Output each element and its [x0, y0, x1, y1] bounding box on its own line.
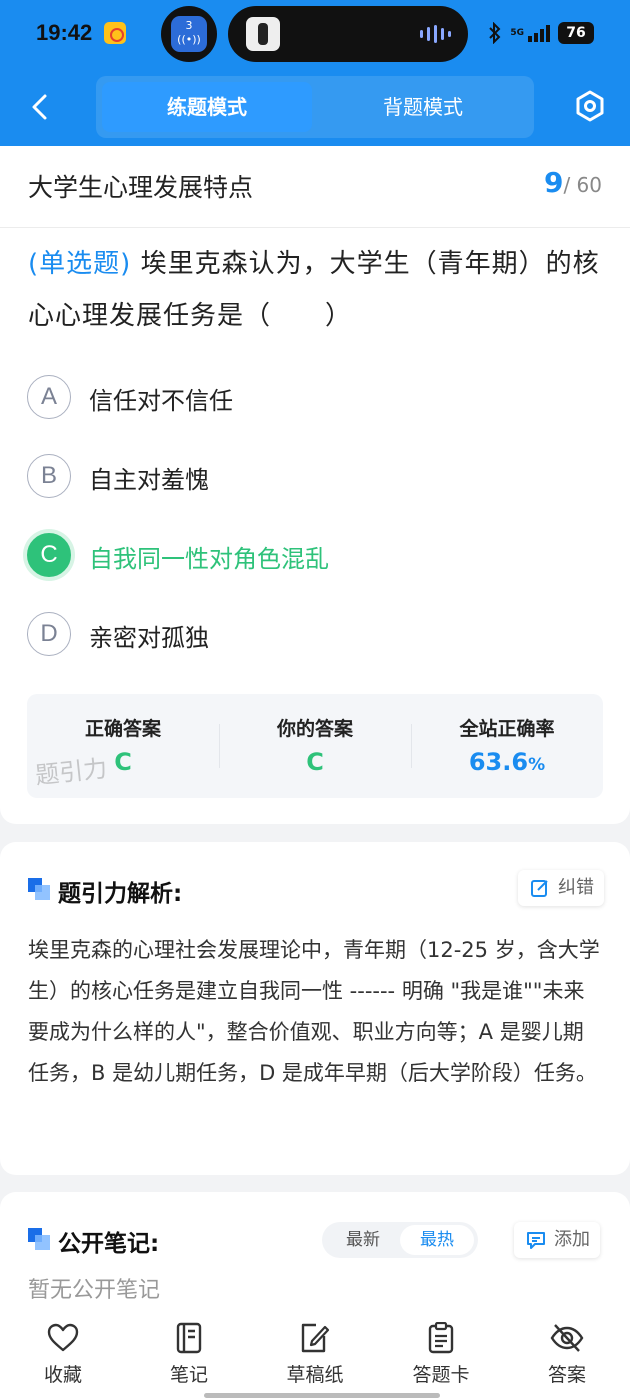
tab-label: 笔记	[169, 1364, 208, 1386]
option-text: 信任对不信任	[89, 387, 233, 415]
live-activity-indicator[interactable]: 3 ((•))	[161, 6, 217, 62]
answer-card-icon	[428, 1322, 454, 1354]
stat-label: 全站正确率	[459, 718, 555, 740]
settings-icon[interactable]	[574, 90, 606, 122]
mode-switch: 练题模式 背题模式	[96, 76, 534, 138]
bottom-toolbar: 收藏 笔记 草稿纸 答题卡 答案	[0, 1310, 630, 1400]
network-type: 5G	[510, 28, 524, 38]
option-letter: D	[27, 612, 71, 656]
stat-value: 63.6%	[411, 748, 603, 776]
option-letter: A	[27, 375, 71, 419]
option-d[interactable]: D 亲密对孤独	[27, 612, 607, 658]
draft-icon	[301, 1323, 330, 1353]
option-c[interactable]: C 自我同一性对角色混乱	[27, 533, 607, 579]
media-cover-image	[246, 17, 280, 51]
sort-hottest[interactable]: 最热	[400, 1225, 474, 1255]
dynamic-island-media[interactable]	[228, 6, 468, 62]
option-a[interactable]: A 信任对不信任	[27, 375, 607, 421]
option-text: 亲密对孤独	[89, 624, 209, 652]
tab-answer[interactable]: 答案	[504, 1322, 630, 1400]
eye-off-icon	[550, 1324, 584, 1352]
notification-app-icon	[104, 22, 126, 44]
tab-memorize-mode[interactable]: 背题模式	[318, 82, 528, 132]
answer-stats: 正确答案 C 题引力 你的答案 C 全站正确率 63.6%	[27, 694, 603, 798]
notes-sort-toggle: 最新 最热	[322, 1222, 478, 1258]
tab-favorite[interactable]: 收藏	[0, 1322, 126, 1400]
signal-icon	[528, 24, 550, 42]
sort-newest[interactable]: 最新	[326, 1225, 400, 1255]
tab-answer-card[interactable]: 答题卡	[378, 1322, 504, 1400]
tab-label: 草稿纸	[286, 1364, 344, 1386]
tab-notes[interactable]: 笔记	[126, 1322, 252, 1400]
chapter-title: 大学生心理发展特点	[28, 173, 254, 202]
tab-draft[interactable]: 草稿纸	[252, 1322, 378, 1400]
question-card: 大学生心理发展特点 9/ 60 (单选题) 埃里克森认为，大学生（青年期）的核心…	[0, 146, 630, 824]
chapter-header: 大学生心理发展特点 9/ 60	[0, 146, 630, 228]
analysis-title: 题引力解析:	[58, 881, 183, 907]
tab-label: 答题卡	[412, 1364, 470, 1386]
rate-unit: %	[528, 755, 546, 775]
status-bar: 19:42 3 ((•)) 5G 76	[0, 0, 630, 70]
stat-accuracy-rate: 全站正确率 63.6%	[411, 694, 603, 798]
add-note-button[interactable]: 添加	[514, 1222, 600, 1258]
analysis-text: 埃里克森的心理社会发展理论中，青年期（12-25 岁，含大学生）的核心任务是建立…	[28, 938, 600, 1085]
broadcast-icon: 3 ((•))	[171, 16, 207, 52]
analysis-card: 题引力解析: 纠错 埃里克森的心理社会发展理论中，青年期（12-25 岁，含大学…	[0, 842, 630, 1175]
comment-icon	[527, 1232, 545, 1249]
system-icons: 5G 76	[488, 22, 594, 44]
option-b[interactable]: B 自主对羞愧	[27, 454, 607, 500]
heart-icon	[47, 1323, 79, 1352]
option-letter: B	[27, 454, 71, 498]
rate-number: 63.6	[468, 748, 529, 776]
battery-icon: 76	[558, 22, 594, 44]
section-icon	[28, 1228, 50, 1250]
current-question-number: 9	[543, 166, 564, 199]
audio-wave-icon	[420, 25, 451, 43]
empty-notes-text: 暂无公开笔记	[28, 1278, 161, 1303]
question-progress: 9/ 60	[544, 166, 602, 199]
stat-your-answer: 你的答案 C	[219, 694, 411, 798]
tab-label: 答案	[547, 1364, 586, 1386]
bluetooth-icon	[489, 22, 501, 44]
stat-label: 你的答案	[276, 718, 353, 740]
add-note-label: 添加	[554, 1229, 590, 1250]
nav-bar: 练题模式 背题模式	[0, 72, 630, 142]
option-letter: C	[27, 533, 71, 577]
total-questions: / 60	[563, 173, 602, 197]
watermark: 题引力	[33, 754, 109, 790]
option-text: 自我同一性对角色混乱	[89, 545, 329, 573]
stat-correct-answer: 正确答案 C 题引力	[27, 694, 219, 798]
tab-practice-mode[interactable]: 练题模式	[102, 82, 312, 132]
live-activity-badge: 3	[185, 19, 193, 32]
notebook-icon	[176, 1322, 202, 1354]
tab-label: 收藏	[43, 1364, 82, 1386]
report-error-button[interactable]: 纠错	[518, 870, 604, 906]
section-icon	[28, 878, 50, 900]
stat-label: 正确答案	[84, 718, 161, 740]
status-time: 19:42	[36, 20, 93, 45]
question-type: (单选题)	[28, 249, 132, 279]
report-error-label: 纠错	[558, 877, 594, 898]
edit-icon	[531, 880, 548, 897]
option-text: 自主对羞愧	[89, 466, 209, 494]
notes-title: 公开笔记:	[58, 1231, 160, 1257]
app-header: 19:42 3 ((•)) 5G 76 练题模式 背题模式	[0, 0, 630, 146]
back-arrow-icon[interactable]	[26, 92, 56, 122]
question-stem: (单选题) 埃里克森认为，大学生（青年期）的核心心理发展任务是（ ）	[28, 238, 608, 342]
home-indicator[interactable]	[204, 1393, 440, 1398]
stat-value: C	[306, 748, 324, 776]
